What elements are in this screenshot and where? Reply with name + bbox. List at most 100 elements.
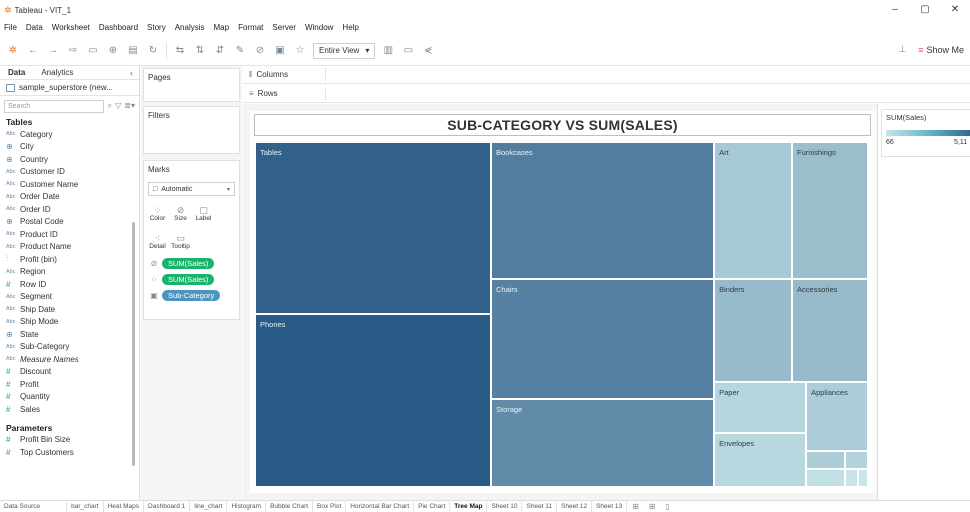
new-dashboard-icon[interactable]: ⊞ bbox=[644, 502, 661, 511]
field-list-scrollbar[interactable] bbox=[132, 222, 135, 466]
field-profit-bin-size[interactable]: # Profit Bin Size bbox=[0, 434, 139, 447]
treemap-cell-binders[interactable]: Binders bbox=[714, 279, 792, 382]
treemap-cell-chairs[interactable]: Chairs bbox=[491, 279, 715, 399]
sum-sales-pill[interactable]: SUM(Sales) bbox=[162, 257, 215, 269]
detail-button[interactable]: ⁖ Detail bbox=[147, 228, 168, 254]
field-product-id[interactable]: Abc Product ID bbox=[0, 228, 139, 241]
menu-dashboard[interactable]: Dashboard bbox=[99, 23, 138, 32]
pages-card[interactable]: Pages bbox=[143, 68, 240, 102]
field-sales[interactable]: # Sales bbox=[0, 403, 139, 416]
redo-icon[interactable]: → bbox=[46, 44, 60, 58]
tableau-home-icon[interactable]: ✲ bbox=[6, 44, 20, 58]
minimize-button[interactable]: – bbox=[880, 0, 910, 20]
treemap-cell-tables[interactable]: Tables bbox=[255, 142, 491, 314]
label-icon[interactable]: ▣ bbox=[273, 44, 287, 58]
tab-sheet-10[interactable]: Sheet 10 bbox=[487, 501, 523, 512]
tab-pie-chart[interactable]: Pie Chart bbox=[414, 501, 451, 512]
show-me-button[interactable]: ≡ Show Me bbox=[918, 45, 964, 55]
view-options-icon[interactable]: ≣▾ bbox=[124, 101, 135, 111]
tab-line-chart[interactable]: line_chart bbox=[190, 501, 228, 512]
tab-sheet-11[interactable]: Sheet 11 bbox=[522, 501, 558, 512]
treemap-cell-accessories[interactable]: Accessories bbox=[791, 279, 868, 382]
sort-desc-icon[interactable]: ⇵ bbox=[213, 44, 227, 58]
field-category[interactable]: Abc Category bbox=[0, 128, 139, 141]
columns-drop-area[interactable] bbox=[325, 68, 970, 81]
refresh-icon[interactable]: ↻ bbox=[146, 44, 160, 58]
field-ship-date[interactable]: Abc Ship Date bbox=[0, 303, 139, 316]
rows-shelf[interactable]: ≡ Rows bbox=[243, 85, 970, 103]
treemap-cell-art[interactable]: Art bbox=[714, 142, 792, 280]
treemap-cell-appliances[interactable]: Appliances bbox=[806, 381, 868, 452]
close-button[interactable]: ✕ bbox=[940, 0, 970, 20]
tab-analytics[interactable]: Analytics bbox=[33, 66, 81, 80]
menu-window[interactable]: Window bbox=[305, 23, 333, 32]
tab-dashboard-1[interactable]: Dashboard 1 bbox=[144, 501, 191, 512]
label-button[interactable]: ▢ Label bbox=[193, 200, 214, 226]
fit-dropdown[interactable]: Entire View ▾ bbox=[313, 42, 376, 59]
tab-bar-chart[interactable]: bar_chart bbox=[67, 501, 104, 512]
menu-data[interactable]: Data bbox=[26, 23, 43, 32]
highlight-icon[interactable]: ✎ bbox=[233, 44, 247, 58]
field-discount[interactable]: # Discount bbox=[0, 366, 139, 379]
field-quantity[interactable]: # Quantity bbox=[0, 391, 139, 404]
field-city[interactable]: ⊕ City bbox=[0, 141, 139, 154]
field-postal-code[interactable]: ⊕ Postal Code bbox=[0, 216, 139, 229]
tab-bubble-chart[interactable]: Bubble Chart bbox=[266, 501, 314, 512]
mark-pill-label[interactable]: ▣ Sub-Category bbox=[144, 288, 239, 302]
field-profit-bin[interactable]: ⫶ Profit (bin) bbox=[0, 253, 139, 266]
mark-pill-color[interactable]: ⁘ SUM(Sales) bbox=[144, 272, 239, 286]
new-story-icon[interactable]: ▯ bbox=[661, 502, 675, 511]
menu-format[interactable]: Format bbox=[238, 23, 263, 32]
chart-title[interactable]: SUB-CATEGORY VS SUM(SALES) bbox=[254, 114, 871, 136]
sum-sales-pill[interactable]: SUM(Sales) bbox=[162, 273, 215, 285]
collapse-icon[interactable]: ‹ bbox=[130, 68, 133, 78]
tab-sheet-12[interactable]: Sheet 12 bbox=[557, 501, 593, 512]
treemap-cell-paper[interactable]: Paper bbox=[714, 381, 807, 434]
menu-file[interactable]: File bbox=[4, 23, 17, 32]
tab-histogram[interactable]: Histogram bbox=[227, 501, 267, 512]
field-profit[interactable]: # Profit bbox=[0, 378, 139, 391]
tab-box-plot[interactable]: Box Plot bbox=[313, 501, 347, 512]
field-search-input[interactable]: Search bbox=[4, 99, 104, 113]
menu-story[interactable]: Story bbox=[147, 23, 166, 32]
mark-type-dropdown[interactable]: □ Automatic ▾ bbox=[148, 182, 235, 196]
swap-icon[interactable]: ⇆ bbox=[173, 44, 187, 58]
field-customer-id[interactable]: Abc Customer ID bbox=[0, 166, 139, 179]
tooltip-button[interactable]: ▭ Tooltip bbox=[170, 228, 191, 254]
size-button[interactable]: ⊘ Size bbox=[170, 200, 191, 226]
field-top-customers[interactable]: # Top Customers bbox=[0, 446, 139, 459]
filters-card[interactable]: Filters bbox=[143, 106, 240, 154]
new-worksheet-icon[interactable]: ⊞ bbox=[627, 502, 644, 511]
save-icon[interactable]: ▭ bbox=[86, 44, 100, 58]
treemap-cell-copiers[interactable] bbox=[845, 451, 868, 469]
field-region[interactable]: Abc Region bbox=[0, 266, 139, 279]
search-icon[interactable]: ⌕ bbox=[108, 101, 112, 111]
new-datasource-icon[interactable]: ⊕ bbox=[106, 44, 120, 58]
menu-map[interactable]: Map bbox=[214, 23, 230, 32]
field-sub-category[interactable]: Abc Sub-Category bbox=[0, 341, 139, 354]
menu-analysis[interactable]: Analysis bbox=[175, 23, 205, 32]
treemap-cell-supplies[interactable] bbox=[806, 468, 846, 487]
sub-category-pill[interactable]: Sub-Category bbox=[162, 289, 221, 301]
color-button[interactable]: ⁘ Color bbox=[147, 200, 168, 226]
tab-data-source[interactable]: Data Source bbox=[0, 501, 68, 512]
field-ship-mode[interactable]: Abc Ship Mode bbox=[0, 316, 139, 329]
datasource-item[interactable]: sample_superstore (new... bbox=[0, 80, 139, 96]
field-customer-name[interactable]: Abc Customer Name bbox=[0, 178, 139, 191]
color-legend[interactable]: SUM(Sales) 66 5,11 bbox=[881, 109, 970, 157]
treemap-cell-envelopes[interactable]: Envelopes bbox=[714, 433, 807, 487]
comment-icon[interactable]: ⊥ bbox=[898, 44, 906, 55]
replay-icon[interactable]: ⇨ bbox=[66, 44, 80, 58]
tab-horizontal-bar-chart[interactable]: Horizontal Bar Chart bbox=[346, 501, 415, 512]
new-worksheet-icon[interactable]: ▤ bbox=[126, 44, 140, 58]
menu-worksheet[interactable]: Worksheet bbox=[52, 23, 90, 32]
maximize-button[interactable]: ▢ bbox=[910, 0, 940, 20]
undo-icon[interactable]: ← bbox=[26, 44, 40, 58]
share-icon[interactable]: ⋞ bbox=[421, 44, 435, 58]
menu-help[interactable]: Help bbox=[342, 23, 358, 32]
field-order-id[interactable]: Abc Order ID bbox=[0, 203, 139, 216]
show-cards-icon[interactable]: ▥ bbox=[381, 44, 395, 58]
treemap-cell-machines[interactable] bbox=[806, 451, 846, 469]
treemap-cell-labels[interactable] bbox=[845, 468, 858, 487]
filter-icon[interactable]: ▽ bbox=[115, 101, 121, 111]
